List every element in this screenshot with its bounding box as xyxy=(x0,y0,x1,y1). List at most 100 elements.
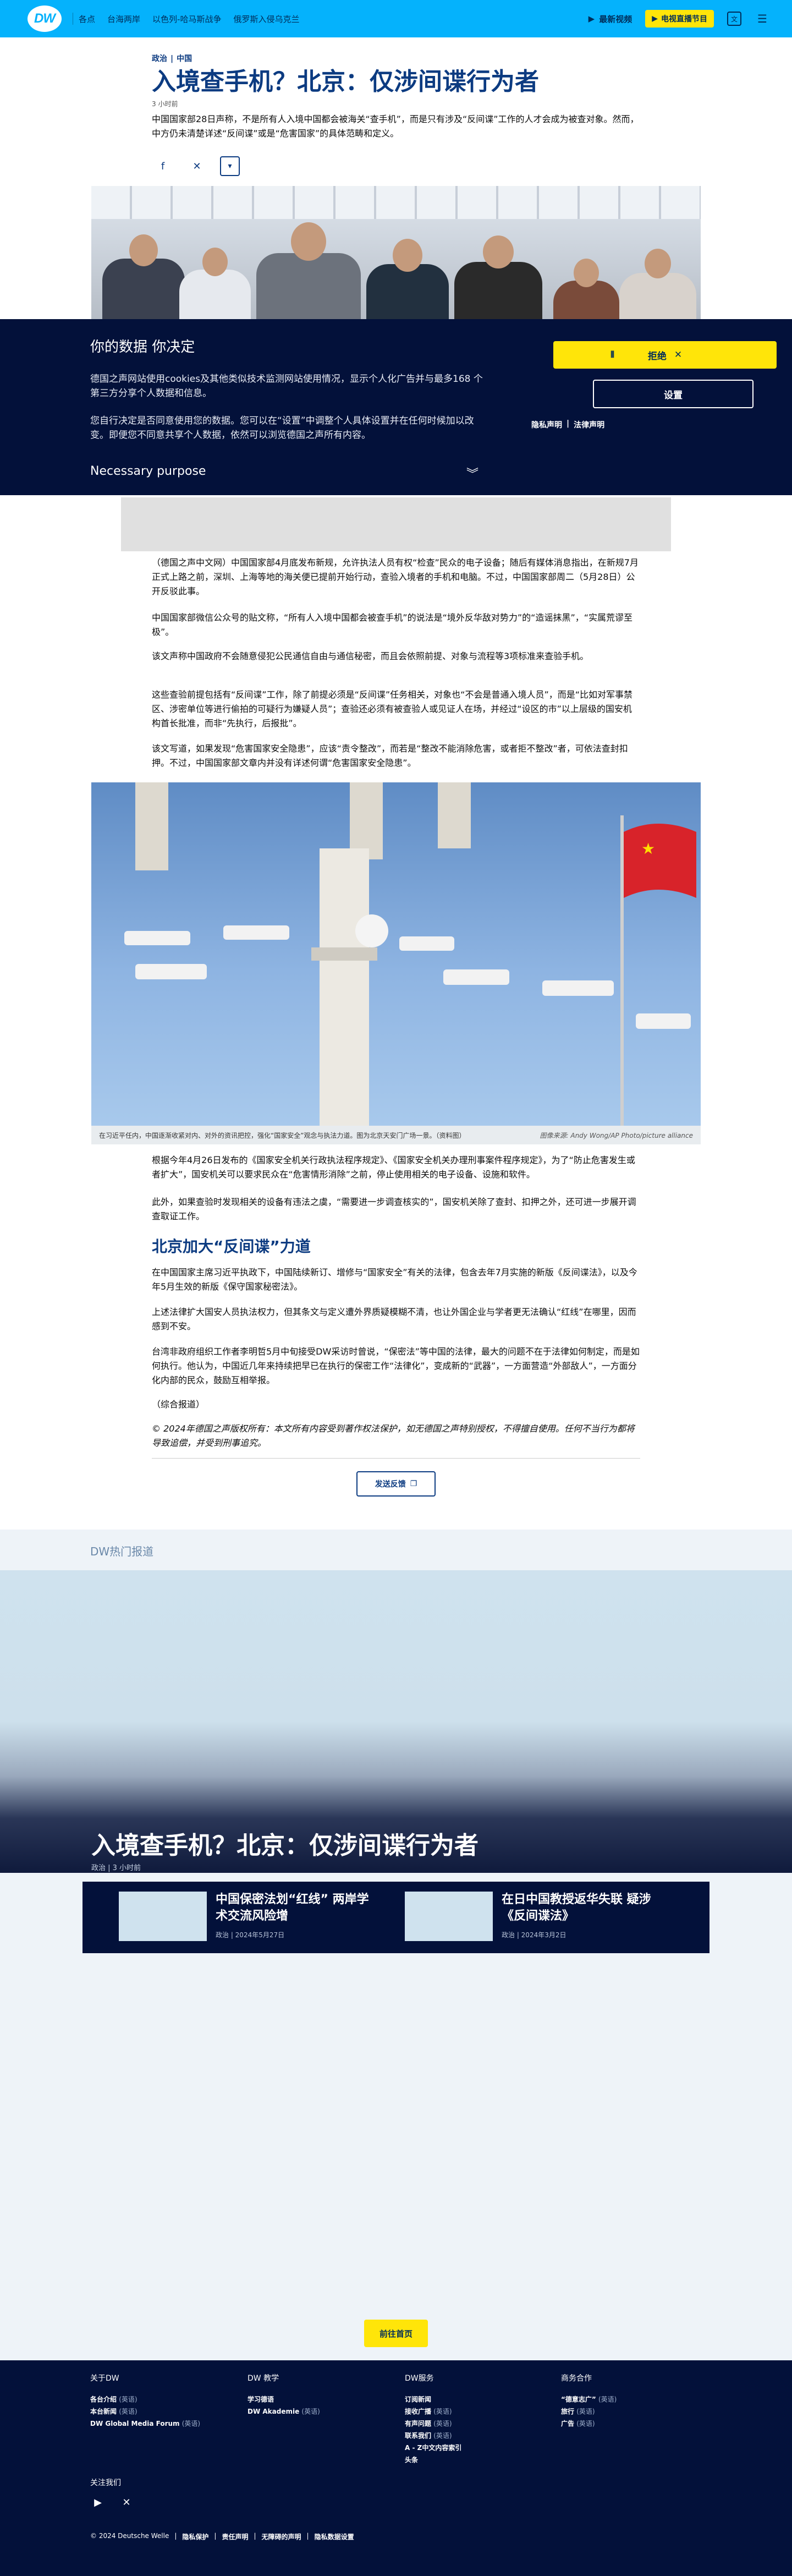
close-icon: ✕ xyxy=(674,349,683,360)
legal-link[interactable]: 隐私数据设置 xyxy=(315,2532,354,2541)
camera-illustration: ★ xyxy=(124,782,696,1126)
caption-text: 在习近平任内，中国逐渐收紧对内、对外的资讯把控，强化“国家安全”观念与执法力道。… xyxy=(99,1131,466,1139)
legal-link[interactable]: 无障碍的声明 xyxy=(262,2532,301,2541)
article-paragraph: （德国之声中文网）中国国家部4月底发布新规，允许执法人员有权“检查”民众的电子设… xyxy=(152,557,639,596)
footer-link[interactable]: 头条 xyxy=(405,2454,461,2466)
related-meta: 政治 | 2024年5月27日 xyxy=(216,1931,285,1939)
related-title: 在日中国教授返华失联 疑涉《反间谍法》 xyxy=(502,1893,651,1923)
footer-link[interactable]: DW Global Media Forum (英语) xyxy=(90,2418,200,2430)
traveler-figure xyxy=(619,249,696,319)
image-credit: 图像来源: Andy Wong/AP Photo/picture allianc… xyxy=(540,1131,694,1139)
footer-column: 商务合作 “德意志广” (英语) 旅行 (英语) 广告 (英语) xyxy=(561,2372,617,2430)
footer-link[interactable]: A - Z中文内容索引 xyxy=(405,2442,461,2454)
traveler-figure xyxy=(102,234,185,319)
block-icon: ⦀ xyxy=(610,349,615,360)
legal-link[interactable]: 隐私保护 xyxy=(182,2532,208,2541)
article-paragraph: （综合报道） xyxy=(152,1399,205,1410)
nav-link[interactable]: 各点 xyxy=(79,13,95,25)
footer-column-title: 关于DW xyxy=(90,2374,119,2383)
related-meta: 政治 | 2024年3月2日 xyxy=(502,1931,566,1939)
kicker-politics[interactable]: 政治 xyxy=(152,54,167,63)
article-paragraph: 中国国家部微信公众号的贴文称，“所有人入境中国都会被查手机”的说法是“境外反华敌… xyxy=(152,612,633,637)
x-icon[interactable]: ✕ xyxy=(119,2495,134,2510)
footer-link[interactable]: 本台新闻 (英语) xyxy=(90,2405,200,2418)
svg-text:★: ★ xyxy=(641,840,655,858)
footer-link[interactable]: 接收广播 (英语) xyxy=(405,2405,461,2418)
legal-link[interactable]: 法律声明 xyxy=(574,419,604,430)
social-links: ▶ ✕ xyxy=(90,2495,134,2510)
settings-button[interactable]: 设置 xyxy=(593,380,754,408)
live-tv-button[interactable]: ▶ 电视直播节目 xyxy=(645,10,714,28)
surveillance-camera-image: ★ xyxy=(91,782,701,1126)
article-lead: 中国国家部28日声称，不是所有人入境中国都会被海关“查手机”，而是只有涉及“反间… xyxy=(152,114,639,139)
divider xyxy=(152,1458,640,1459)
traveler-figure xyxy=(454,235,542,319)
related-story[interactable]: 在日中国教授返华失联 疑涉《反间谍法》 政治 | 2024年3月2日 xyxy=(405,1892,667,1941)
footer-link[interactable]: 各台介绍 (英语) xyxy=(90,2393,200,2405)
ad-placeholder xyxy=(121,497,671,551)
related-title: 中国保密法划“红线” 两岸学术交流风险增 xyxy=(216,1893,369,1923)
footer-column: DW 教学 学习德语 DW Akademie (英语) xyxy=(248,2372,320,2418)
facebook-icon[interactable]: f xyxy=(152,155,174,177)
footer-link[interactable]: 联系我们 (英语) xyxy=(405,2430,461,2442)
play-icon: ▶ xyxy=(652,14,658,23)
language-icon[interactable]: 文 xyxy=(727,12,741,26)
x-icon[interactable]: ✕ xyxy=(186,155,208,177)
footer-link[interactable]: 旅行 (英语) xyxy=(561,2405,617,2418)
footer-link[interactable]: 订阅新闻 xyxy=(405,2393,461,2405)
traveler-figure xyxy=(553,259,619,319)
footer-column: 关于DW 各台介绍 (英语) 本台新闻 (英语) DW Global Media… xyxy=(90,2372,200,2430)
youtube-icon[interactable]: ▶ xyxy=(90,2495,106,2510)
necessary-purpose-toggle[interactable]: Necessary purpose ︾ xyxy=(90,464,479,482)
play-icon: ▶ xyxy=(588,14,595,24)
nav-link[interactable]: 台海两岸 xyxy=(107,13,140,25)
live-tv-label: 电视直播节目 xyxy=(661,15,707,24)
logo-text: DW xyxy=(34,11,56,26)
menu-icon[interactable]: ☰ xyxy=(755,11,770,26)
hot-story-meta: 政治 | 3 小时前 xyxy=(91,1864,141,1872)
cookie-text: 您自行决定是否同意使用您的数据。您可以在“设置”中调整个人具体设置并在任何时候加… xyxy=(90,415,474,441)
article-paragraph: 该文声称中国政府不会随意侵犯公民通信自由与通信秘密，而且会依照前提、对象与流程等… xyxy=(152,651,589,661)
airport-ceiling xyxy=(91,186,701,219)
nav-link[interactable]: 俄罗斯入侵乌克兰 xyxy=(233,13,299,25)
article-time: 3 小时前 xyxy=(152,100,178,108)
reject-button[interactable]: ⦀ 拒绝 ✕ xyxy=(553,341,777,369)
related-story[interactable]: 中国保密法划“红线” 两岸学术交流风险增 政治 | 2024年5月27日 xyxy=(119,1892,381,1941)
footer-link[interactable]: 有声问题 (英语) xyxy=(405,2418,461,2430)
footer-column: DW服务 订阅新闻 接收广播 (英语) 有声问题 (英语) 联系我们 (英语) … xyxy=(405,2372,461,2466)
nav-link[interactable]: 以色列-哈马斯战争 xyxy=(152,13,221,25)
image-caption: 在习近平任内，中国逐渐收紧对内、对外的资讯把控，强化“国家安全”观念与执法力道。… xyxy=(91,1126,701,1144)
article-paragraph: 此外，如果查验时发现相关的设备有违法之虞，“需要进一步调查核实的”，国安机关除了… xyxy=(152,1197,636,1221)
related-stories: 中国保密法划“红线” 两岸学术交流风险增 政治 | 2024年5月27日 在日中… xyxy=(82,1882,710,1953)
footer-link[interactable]: DW Akademie (英语) xyxy=(248,2405,320,2418)
footer-link[interactable]: 广告 (英语) xyxy=(561,2418,617,2430)
copyright-notice: © 2024年德国之声版权所有：本文所有内容受到著作权法保护，如无德国之声特别授… xyxy=(152,1423,635,1448)
footer-column-title: 商务合作 xyxy=(561,2374,592,2383)
dw-logo[interactable]: DW xyxy=(28,6,62,32)
purpose-label: Necessary purpose xyxy=(90,464,206,478)
privacy-link[interactable]: 隐私声明 xyxy=(531,419,562,430)
go-home-button[interactable]: 前往首页 xyxy=(364,2320,428,2347)
cookie-banner: 你的数据 你决定 德国之声网站使用cookies及其他类似技术监测网站使用情况，… xyxy=(0,319,792,495)
traveler-figure xyxy=(179,248,251,319)
article-kicker: 政治 | 中国 xyxy=(152,54,193,63)
legal-link[interactable]: 责任声明 xyxy=(222,2532,248,2541)
footer-column-title: DW服务 xyxy=(405,2374,434,2383)
hot-story-headline[interactable]: 入境查手机？北京：仅涉间谍行为者 xyxy=(91,1826,479,1861)
traveler-figure xyxy=(366,239,449,319)
hero-image xyxy=(91,186,701,319)
kicker-china[interactable]: 中国 xyxy=(177,54,192,63)
footer-link[interactable]: 学习德语 xyxy=(248,2393,320,2405)
footer-link[interactable]: “德意志广” (英语) xyxy=(561,2393,617,2405)
footer-column-title: DW 教学 xyxy=(248,2374,279,2383)
article-headline: 入境查手机？北京：仅涉间谍行为者 xyxy=(152,68,539,96)
latest-video-link[interactable]: ▶ 最新视频 xyxy=(588,13,632,25)
feedback-button[interactable]: 发送反馈 ❐ xyxy=(356,1471,436,1497)
cookie-text: 德国之声网站使用cookies及其他类似技术监测网站使用情况，显示个人化广告并与… xyxy=(90,374,483,399)
share-more-icon[interactable]: ▾ xyxy=(220,156,240,176)
chevron-down-icon: ︾ xyxy=(466,468,479,481)
section-heading: 北京加大“反间谍”力道 xyxy=(152,1237,311,1256)
hot-section-title: DW热门报道 xyxy=(90,1545,154,1558)
article-paragraph: 台湾非政府组织工作者李明哲5月中旬接受DW采访时曾说，“保密法”等中国的法律，最… xyxy=(152,1346,640,1385)
cookie-links: 隐私声明 | 法律声明 xyxy=(531,419,605,430)
